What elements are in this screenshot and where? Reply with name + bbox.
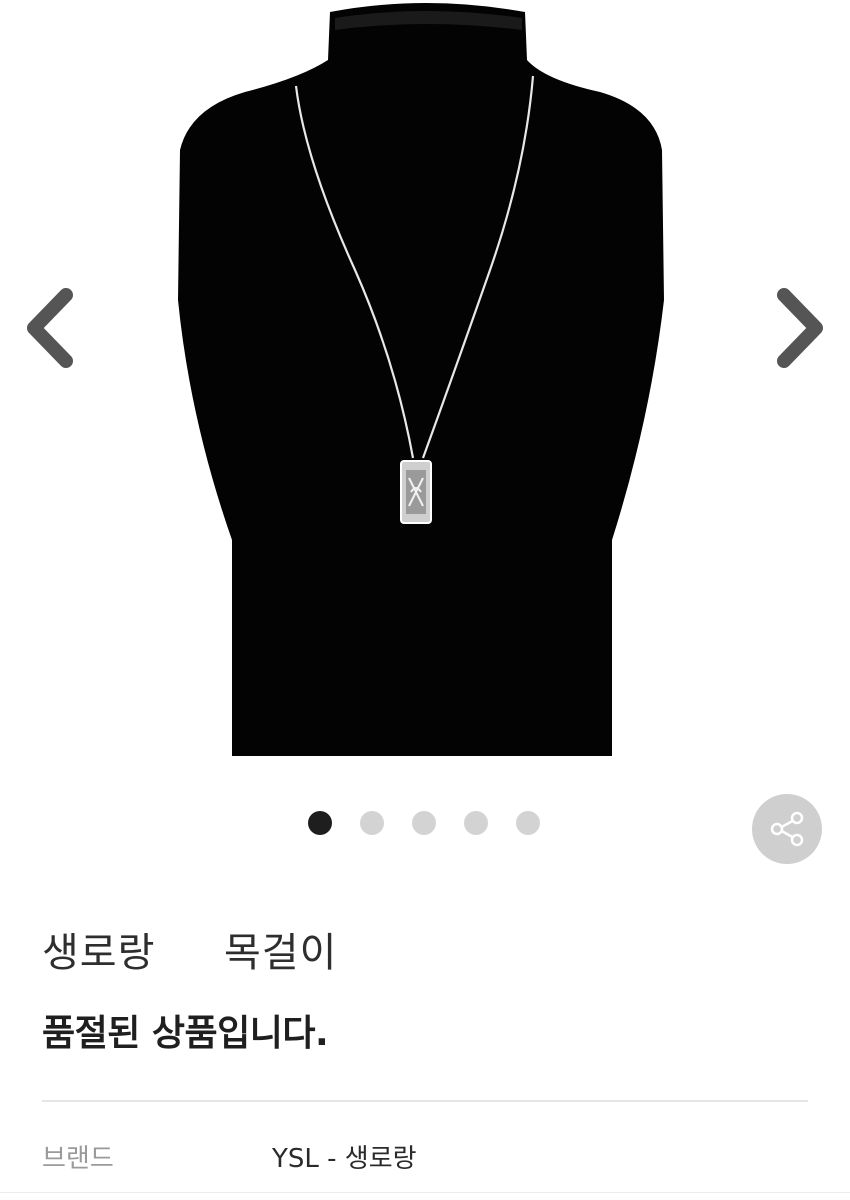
pagination-dot-3[interactable] — [412, 811, 436, 835]
share-icon — [770, 811, 804, 847]
pagination-dot-5[interactable] — [516, 811, 540, 835]
sold-out-notice: 품절된 상품입니다. — [42, 1013, 329, 1054]
row-divider — [0, 1192, 850, 1193]
brand-label: 브랜드 — [42, 1144, 114, 1174]
pagination-dot-4[interactable] — [464, 811, 488, 835]
chevron-right-icon — [777, 288, 823, 368]
chevron-left-icon — [27, 288, 73, 368]
section-divider — [42, 1100, 808, 1102]
brand-value[interactable]: YSL - 생로랑 — [272, 1138, 417, 1175]
product-name: 생로랑 목걸이 — [42, 930, 338, 976]
previous-image-button[interactable] — [14, 283, 84, 373]
pagination-dot-1[interactable] — [308, 811, 332, 835]
share-button[interactable] — [752, 794, 822, 864]
next-image-button[interactable] — [766, 283, 836, 373]
gallery-pagination — [308, 810, 540, 836]
product-image[interactable] — [0, 0, 850, 760]
pagination-dot-2[interactable] — [360, 811, 384, 835]
necklace-photo — [178, 3, 664, 756]
